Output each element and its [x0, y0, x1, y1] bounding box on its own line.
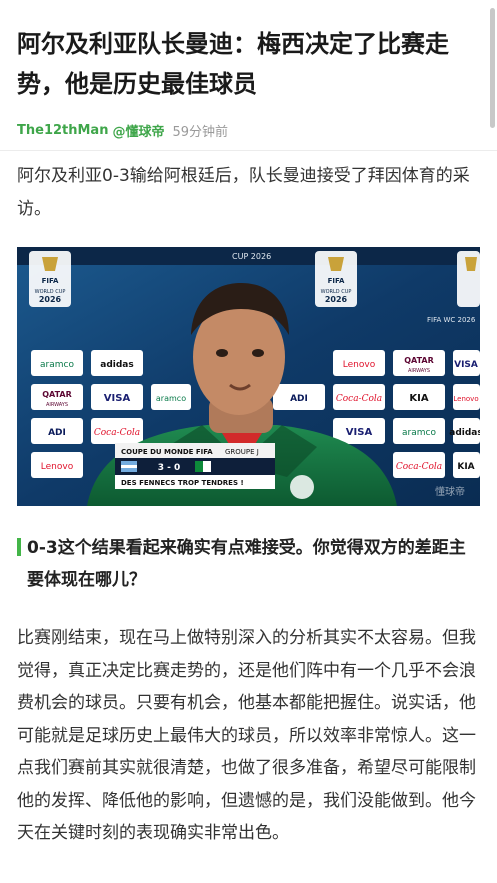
svg-text:aramco: aramco: [40, 360, 74, 370]
article-title: 阿尔及利亚队长曼迪：梅西决定了比赛走势，他是历史最佳球员: [17, 30, 449, 98]
svg-text:adidas: adidas: [449, 428, 480, 438]
scrollbar[interactable]: [490, 8, 495, 128]
author-link[interactable]: The12thMan: [17, 123, 108, 138]
svg-text:aramco: aramco: [156, 394, 186, 403]
svg-text:Coca-Cola: Coca-Cola: [396, 462, 442, 472]
match-score: 3 - 0: [158, 463, 181, 473]
svg-text:KIA: KIA: [409, 393, 428, 404]
question-accent-bar: [17, 538, 21, 556]
svg-text:Lenovo: Lenovo: [343, 360, 376, 370]
svg-text:Lenovo: Lenovo: [453, 395, 478, 403]
svg-text:QATAR: QATAR: [404, 356, 434, 365]
svg-text:VISA: VISA: [104, 393, 131, 404]
scoreboard-overlay: COUPE DU MONDE FIFA GROUPE J 3 - 0 DES F…: [115, 443, 275, 489]
svg-text:VISA: VISA: [346, 427, 373, 438]
article-meta: The12thMan @懂球帝 59分钟前: [17, 120, 228, 140]
article-intro: 阿尔及利亚0-3输给阿根廷后，队长曼迪接受了拜因体育的采访。: [17, 166, 470, 219]
svg-text:adidas: adidas: [100, 360, 133, 370]
interview-photo[interactable]: CUP 2026 FIFA WORLD CUP 2026 FIFA WORLD …: [17, 247, 480, 506]
interview-question: 0-3这个结果看起来确实有点难接受。你觉得双方的差距主要体现在哪儿？: [27, 538, 466, 590]
publish-time: 59分钟前: [172, 124, 229, 140]
world-cup-logo-right: [457, 251, 480, 307]
svg-text:Coca-Cola: Coca-Cola: [336, 394, 382, 404]
svg-text:2026: 2026: [39, 295, 62, 304]
source-link[interactable]: @懂球帝: [112, 121, 164, 140]
cup-label: CUP 2026: [232, 252, 271, 261]
svg-text:2026: 2026: [325, 295, 348, 304]
svg-text:FIFA: FIFA: [328, 277, 345, 285]
svg-text:AIRWAYS: AIRWAYS: [46, 402, 68, 408]
fifa-wc-label: FIFA WC 2026: [427, 316, 476, 324]
svg-text:ADI: ADI: [290, 394, 308, 404]
interview-answer: 比赛刚结束，现在马上做特别深入的分析其实不太容易。但我觉得，真正决定比赛走势的，…: [17, 628, 476, 843]
competition-label: COUPE DU MONDE FIFA: [121, 448, 213, 456]
svg-text:QATAR: QATAR: [42, 390, 72, 399]
svg-text:aramco: aramco: [402, 428, 436, 438]
scoreboard-caption: DES FENNECS TROP TENDRES !: [121, 479, 244, 487]
divider: [0, 150, 497, 151]
world-cup-logo-left: FIFA WORLD CUP 2026: [29, 251, 71, 307]
svg-text:Coca-Cola: Coca-Cola: [94, 428, 140, 438]
svg-text:ADI: ADI: [48, 428, 66, 438]
svg-text:Lenovo: Lenovo: [41, 462, 74, 472]
svg-text:KIA: KIA: [457, 462, 474, 472]
group-label: GROUPE J: [225, 448, 259, 456]
svg-text:VISA: VISA: [454, 360, 478, 370]
svg-text:FIFA: FIFA: [42, 277, 59, 285]
svg-text:AIRWAYS: AIRWAYS: [408, 368, 430, 374]
world-cup-logo-center: FIFA WORLD CUP 2026: [315, 251, 357, 307]
watermark: 懂球帝: [435, 485, 465, 498]
